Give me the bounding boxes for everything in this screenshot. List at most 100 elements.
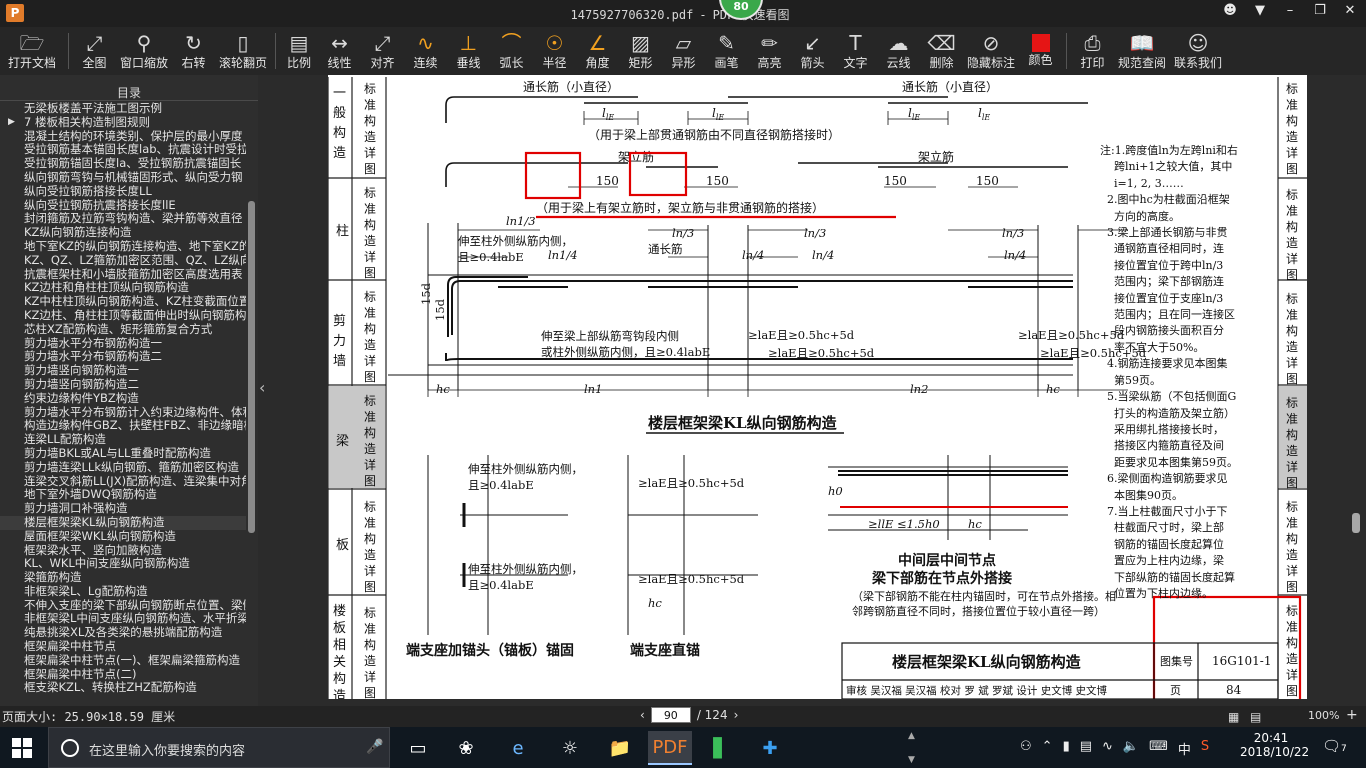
- toc-item[interactable]: 框架扁梁中柱节点(二): [0, 668, 246, 682]
- hide-annotation-button[interactable]: ⊘ 隐藏标注: [963, 27, 1019, 75]
- toc-item[interactable]: 纵向钢筋弯钩与机械锚固形式、纵向受力钢: [0, 171, 246, 185]
- toc-item[interactable]: 抗震框架柱和小墙肢箍筋加密区高度选用表: [0, 268, 246, 282]
- toc-item[interactable]: 非框架梁L中间支座纵向钢筋构造、水平折梁: [0, 612, 246, 626]
- linear-button[interactable]: ↔ 线性: [318, 27, 361, 75]
- expand-arrow-icon[interactable]: ▶: [8, 116, 15, 130]
- cloud-line-button[interactable]: ☁ 云线: [877, 27, 920, 75]
- toc-item[interactable]: 连梁交叉斜筋LL(JX)配筋构造、连梁集中对角: [0, 475, 246, 489]
- toc-item[interactable]: 框架扁梁中柱节点(一)、框架扁梁箍筋构造: [0, 654, 246, 668]
- toc-item[interactable]: 屋面框架梁WKL纵向钢筋构造: [0, 530, 246, 544]
- clock[interactable]: 20:41 2018/10/22: [1240, 731, 1309, 759]
- keyboard-icon[interactable]: ⌨: [1149, 739, 1168, 758]
- toc-item[interactable]: 非框架梁L、Lg配筋构造: [0, 585, 246, 599]
- print-button[interactable]: ⎙ 打印: [1071, 27, 1114, 75]
- perpendicular-button[interactable]: ⊥ 垂线: [447, 27, 490, 75]
- toc-item[interactable]: 纵向受拉钢筋抗震搭接长度llE: [0, 199, 246, 213]
- open-document-button[interactable]: 🗁 打开文档: [0, 27, 64, 75]
- volume-icon[interactable]: 🔈: [1123, 739, 1139, 758]
- prev-page-icon[interactable]: ‹: [640, 708, 645, 722]
- toc-item[interactable]: 楼层框架梁KL纵向钢筋构造: [0, 515, 246, 530]
- toc-item[interactable]: ▶ 7 楼板相关构造制图规则: [0, 116, 246, 130]
- page-number-input[interactable]: 90: [650, 707, 691, 723]
- toc-item[interactable]: 地下室KZ的纵向钢筋连接构造、地下室KZ的箍: [0, 240, 246, 254]
- view-mode-icon[interactable]: ▦: [1228, 710, 1239, 724]
- scale-button[interactable]: ▤ 比例: [280, 27, 318, 75]
- toc-item[interactable]: 纯悬挑梁XL及各类梁的悬挑端配筋构造: [0, 626, 246, 640]
- toc-item[interactable]: KZ纵向钢筋连接构造: [0, 226, 246, 240]
- task-view-icon[interactable]: ▭: [396, 731, 440, 765]
- pdf-viewer-taskbar-icon[interactable]: PDF: [648, 731, 692, 765]
- wifi-icon[interactable]: ∿: [1102, 739, 1113, 758]
- toc-item[interactable]: 剪力墙竖向钢筋构造二: [0, 378, 246, 392]
- explorer-icon[interactable]: 📁: [598, 731, 642, 765]
- close-icon[interactable]: ✕: [1342, 3, 1358, 18]
- irregular-button[interactable]: ▱ 异形: [662, 27, 705, 75]
- toc-scrollbar[interactable]: [248, 201, 255, 533]
- toc-item[interactable]: 约束边缘构件YBZ构造: [0, 392, 246, 406]
- sogou-icon[interactable]: S: [1201, 739, 1209, 758]
- assistant-app-icon[interactable]: ☼: [548, 731, 592, 765]
- toc-item[interactable]: KZ边柱、角柱柱顶等截面伸出时纵向钢筋构造: [0, 309, 246, 323]
- angle-button[interactable]: ∠ 角度: [576, 27, 619, 75]
- next-page-icon[interactable]: ›: [734, 708, 739, 722]
- toc-item[interactable]: KZ、QZ、LZ箍筋加密区范围、QZ、LZ纵向钢筋: [0, 254, 246, 268]
- toc-item[interactable]: 剪力墙连梁LLk纵向钢筋、箍筋加密区构造: [0, 461, 246, 475]
- single-page-icon[interactable]: ▤: [1250, 710, 1261, 724]
- toc-item[interactable]: 地下室外墙DWQ钢筋构造: [0, 488, 246, 502]
- sidebar-collapse-strip[interactable]: ‹: [258, 75, 270, 706]
- menu-dropdown-icon[interactable]: ▼: [1252, 3, 1268, 18]
- toc-item[interactable]: 连梁LL配筋构造: [0, 433, 246, 447]
- browser-icon[interactable]: e: [496, 731, 540, 765]
- toc-item[interactable]: 混凝土结构的环境类别、保护层的最小厚度: [0, 130, 246, 144]
- text-button[interactable]: T 文字: [834, 27, 877, 75]
- align-button[interactable]: ⤢ 对齐: [361, 27, 404, 75]
- restore-icon[interactable]: ❐: [1312, 3, 1328, 18]
- delete-button[interactable]: ⌫ 删除: [920, 27, 963, 75]
- zoom-level[interactable]: 100%: [1308, 709, 1339, 722]
- fullview-button[interactable]: ⤢ 全图: [73, 27, 116, 75]
- windows-start-icon[interactable]: [12, 738, 32, 758]
- chevron-left-icon[interactable]: ‹: [259, 378, 265, 397]
- toc-item[interactable]: 纵向受拉钢筋搭接长度LL: [0, 185, 246, 199]
- toc-item[interactable]: 无梁板楼盖平法施工图示例: [0, 102, 246, 116]
- radius-button[interactable]: ☉ 半径: [533, 27, 576, 75]
- toc-item[interactable]: KZ中柱柱顶纵向钢筋构造、KZ柱变截面位置纵: [0, 295, 246, 309]
- taskbar-scroll-up-icon[interactable]: ▲: [908, 731, 915, 741]
- people-icon[interactable]: ⚇: [1020, 739, 1032, 758]
- rectangle-button[interactable]: ▨ 矩形: [619, 27, 662, 75]
- color-button[interactable]: 颜色: [1019, 27, 1062, 75]
- green-app-icon[interactable]: ▋: [698, 731, 742, 765]
- toc-item[interactable]: 构造边缘构件GBZ、扶壁柱FBZ、非边缘暗柱AZ: [0, 419, 246, 433]
- toc-item[interactable]: 框架扁梁中柱节点: [0, 640, 246, 654]
- notification-icon[interactable]: 🗨7: [1322, 737, 1347, 755]
- arc-length-button[interactable]: ⌒ 弧长: [490, 27, 533, 75]
- blue-app-icon[interactable]: ✚: [748, 731, 792, 765]
- zoom-window-button[interactable]: ⚲ 窗口缩放: [116, 27, 172, 75]
- toc-item[interactable]: 剪力墙水平分布钢筋计入约束边缘构件、体积: [0, 406, 246, 420]
- toc-item[interactable]: 受拉钢筋锚固长度la、受拉钢筋抗震锚固长: [0, 157, 246, 171]
- network-icon[interactable]: ▤: [1080, 739, 1092, 758]
- toc-item[interactable]: 梁箍筋构造: [0, 571, 246, 585]
- toc-item[interactable]: 封闭箍筋及拉筋弯钩构造、梁并筋等效直径: [0, 212, 246, 226]
- contact-us-button[interactable]: ☺ 联系我们: [1170, 27, 1226, 75]
- chevron-up-icon[interactable]: ⌃: [1042, 739, 1053, 758]
- toc-item[interactable]: 框架梁水平、竖向加腋构造: [0, 544, 246, 558]
- toc-item[interactable]: 剪力墙洞口补强构造: [0, 502, 246, 516]
- toc-item[interactable]: 剪力墙水平分布钢筋构造一: [0, 337, 246, 351]
- rotate-right-button[interactable]: ↻ 右转: [172, 27, 215, 75]
- taskbar-search[interactable]: 在这里输入你要搜索的内容 🎤: [48, 727, 390, 768]
- toc-item[interactable]: 受拉钢筋基本锚固长度lab、抗震设计时受拉: [0, 143, 246, 157]
- user-icon[interactable]: ☻: [1222, 3, 1238, 18]
- continuous-button[interactable]: ∿ 连续: [404, 27, 447, 75]
- taskbar-scroll-down-icon[interactable]: ▼: [908, 755, 915, 765]
- arrow-button[interactable]: ↙ 箭头: [791, 27, 834, 75]
- microphone-icon[interactable]: 🎤: [366, 739, 383, 755]
- viewer-scrollbar[interactable]: [1352, 513, 1360, 533]
- pen-button[interactable]: ✎ 画笔: [705, 27, 748, 75]
- toc-item[interactable]: 不伸入支座的梁下部纵向钢筋断点位置、梁侧: [0, 599, 246, 613]
- wheel-page-button[interactable]: ▯ 滚轮翻页: [215, 27, 271, 75]
- ime-indicator[interactable]: 中: [1178, 739, 1191, 758]
- toc-item[interactable]: KZ边柱和角柱柱顶纵向钢筋构造: [0, 281, 246, 295]
- toc-item[interactable]: KL、WKL中间支座纵向钢筋构造: [0, 557, 246, 571]
- toc-item[interactable]: 剪力墙水平分布钢筋构造二: [0, 350, 246, 364]
